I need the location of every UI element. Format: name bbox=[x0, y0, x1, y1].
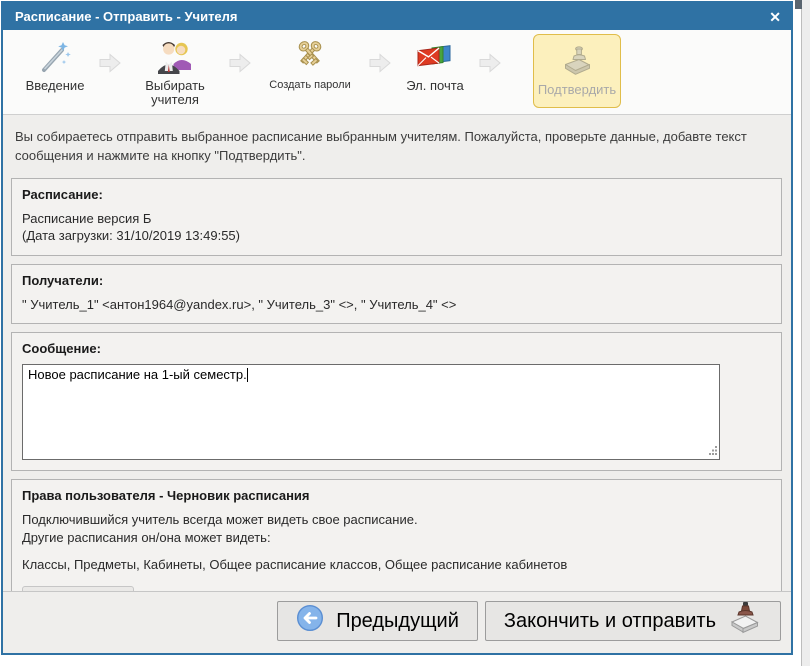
magic-wand-icon bbox=[37, 38, 73, 76]
wizard-step-email: Эл. почта bbox=[395, 30, 475, 93]
step-arrow-icon bbox=[225, 52, 255, 74]
recipients-list: " Учитель_1" <антон1964@yandex.ru>, " Уч… bbox=[22, 296, 771, 314]
wizard-step-label: Выбирать учителя bbox=[140, 79, 210, 108]
resize-grip-icon[interactable] bbox=[708, 443, 718, 458]
wizard-step-create-passwords: Создать пароли bbox=[255, 30, 365, 91]
recipients-section-header: Получатели: bbox=[22, 273, 771, 288]
schedule-upload-date: (Дата загрузки: 31/10/2019 13:49:55) bbox=[22, 227, 771, 245]
stamp-icon bbox=[558, 44, 596, 80]
user-rights-header: Права пользователя - Черновик расписания bbox=[22, 488, 771, 503]
step-arrow-icon bbox=[365, 52, 395, 74]
schedule-name: Расписание версия Б bbox=[22, 210, 771, 228]
message-section: Сообщение: Новое расписание на 1-ый семе… bbox=[11, 332, 782, 471]
previous-button[interactable]: Предыдущий bbox=[277, 601, 478, 641]
message-section-header: Сообщение: bbox=[22, 341, 771, 356]
wizard-step-label: Создать пароли bbox=[269, 79, 351, 91]
message-text: Новое расписание на 1-ый семестр. bbox=[28, 367, 247, 382]
stamp-color-icon bbox=[728, 601, 762, 641]
wizard-steps-bar: Введение Выбирать учителя bbox=[3, 30, 791, 115]
step-arrow-icon bbox=[475, 52, 505, 74]
recipients-section: Получатели: " Учитель_1" <антон1964@yand… bbox=[11, 264, 782, 325]
intro-text: Вы собираетесь отправить выбранное распи… bbox=[3, 115, 791, 170]
step-arrow-icon bbox=[95, 52, 125, 74]
two-people-icon bbox=[156, 38, 194, 76]
crossed-keys-icon bbox=[289, 38, 331, 76]
back-arrow-icon bbox=[296, 604, 324, 638]
footer-bar: Предыдущий Закончить и отправить bbox=[3, 591, 791, 653]
schedule-section-header: Расписание: bbox=[22, 187, 771, 202]
wizard-step-confirm-active: Подтвердить bbox=[533, 34, 621, 108]
background-right-column bbox=[802, 0, 810, 666]
rights-line-other-can-see: Другие расписания он/она может видеть: bbox=[22, 529, 771, 547]
finish-and-send-button[interactable]: Закончить и отправить bbox=[485, 601, 781, 641]
dialog-title: Расписание - Отправить - Учителя bbox=[15, 9, 769, 24]
wizard-step-label: Подтвердить bbox=[538, 83, 616, 97]
rights-line-own-schedule: Подключившийся учитель всегда может виде… bbox=[22, 511, 771, 529]
mail-envelopes-icon bbox=[415, 38, 455, 76]
background-corner bbox=[795, 0, 802, 9]
previous-button-label: Предыдущий bbox=[336, 610, 459, 633]
wizard-step-introduction: Введение bbox=[15, 30, 95, 93]
wizard-step-label: Эл. почта bbox=[406, 79, 464, 93]
dialog-titlebar: Расписание - Отправить - Учителя ✕ bbox=[3, 3, 791, 30]
send-schedule-dialog: Расписание - Отправить - Учителя ✕ Введе… bbox=[1, 1, 793, 655]
wizard-step-label: Введение bbox=[26, 79, 85, 93]
schedule-section: Расписание: Расписание версия Б (Дата за… bbox=[11, 178, 782, 256]
close-icon[interactable]: ✕ bbox=[769, 10, 781, 24]
message-textarea[interactable]: Новое расписание на 1-ый семестр. bbox=[22, 364, 720, 460]
finish-and-send-button-label: Закончить и отправить bbox=[504, 610, 716, 633]
wizard-step-select-teachers: Выбирать учителя bbox=[125, 30, 225, 108]
text-caret bbox=[247, 368, 248, 382]
rights-visible-items: Классы, Предметы, Кабинеты, Общее распис… bbox=[22, 556, 771, 574]
